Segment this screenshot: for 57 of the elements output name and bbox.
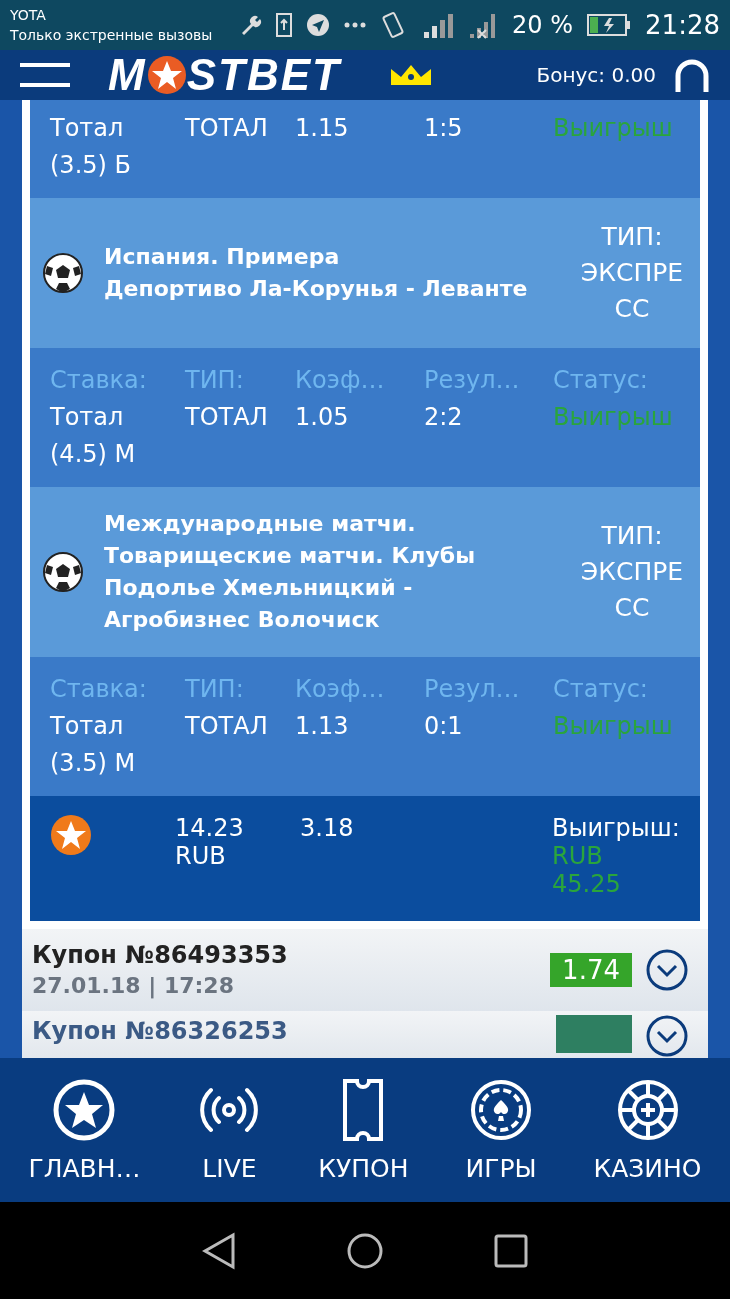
column-label: Статус:: [553, 674, 649, 705]
win-label: Выигрыш:: [552, 814, 681, 842]
coupon-date: 27.01.18 | 17:28: [32, 972, 235, 1001]
bet-value: 2:2: [424, 402, 464, 433]
win-amount: RUB 45.25: [552, 842, 622, 898]
nav-tab[interactable]: КУПОН: [318, 1077, 409, 1183]
bet-type-label: ТИП:: [600, 520, 664, 552]
event-title: Подолье Хмельницкий -: [104, 574, 414, 602]
coupon-row[interactable]: Купон №86326253: [22, 1011, 708, 1058]
event-title: Агробизнес Волочиск: [104, 606, 381, 634]
column-label: Ставка:: [50, 365, 148, 396]
nav-tab[interactable]: LIVE: [197, 1077, 262, 1183]
bet-value: Выигрыш: [553, 113, 674, 144]
carrier-name: YOTA: [10, 6, 47, 25]
logo-text: M: [108, 50, 147, 100]
bet-value: Выигрыш: [553, 402, 674, 433]
battery-percent: 20 %: [512, 11, 574, 39]
bet-value: 0:1: [424, 711, 464, 742]
bet-type: ЭКСПРЕСС: [579, 257, 685, 325]
nav-tab[interactable]: КАЗИНО: [593, 1077, 702, 1183]
bet-value: 1:5: [424, 113, 464, 144]
bet-value: Тотал (4.5) М: [50, 402, 137, 470]
bet-value: ТОТАЛ: [185, 113, 269, 144]
stake-amount: 14.23 RUB: [175, 814, 245, 872]
bet-value: 1.13: [295, 711, 350, 742]
event-title: Международные матчи.: [104, 510, 417, 538]
column-label: Резул…: [424, 365, 521, 396]
column-label: Ставка:: [50, 674, 148, 705]
bet-value: Тотал (3.5) М: [50, 711, 137, 779]
clock: 21:28: [645, 10, 720, 40]
emergency-notice: Только экстренные вызовы: [10, 26, 213, 45]
bet-type: ЭКСПРЕСС: [579, 556, 685, 624]
bet-value: 1.15: [295, 113, 350, 144]
total-odds: 3.18: [300, 814, 355, 844]
event-title: Депортиво Ла-Корунья - Леванте: [104, 275, 529, 303]
bet-value: ТОТАЛ: [185, 402, 269, 433]
bet-value: 1.05: [295, 402, 350, 433]
bet-value: Тотал (3.5) Б: [50, 113, 132, 181]
column-label: ТИП:: [185, 365, 245, 396]
odds-badge: 1.74: [550, 953, 632, 987]
nav-tab[interactable]: ГЛАВН…: [28, 1077, 141, 1183]
coupon-title: Купон №86493353: [32, 940, 289, 971]
event-title: Товарищеские матчи. Клубы: [104, 542, 477, 570]
coupon-title: Купон №86326253: [32, 1016, 289, 1047]
column-label: Статус:: [553, 365, 649, 396]
column-label: Резул…: [424, 674, 521, 705]
nav-tab[interactable]: ИГРЫ: [465, 1077, 537, 1183]
bet-type-label: ТИП:: [600, 221, 664, 253]
bet-value: ТОТАЛ: [185, 711, 269, 742]
bet-value: Выигрыш: [553, 711, 674, 742]
coupon-row[interactable]: Купон №86493353 27.01.18 | 17:28 1.74: [22, 929, 708, 1011]
bonus-balance: Бонус: 0.00: [536, 63, 656, 87]
logo-text: STBET: [186, 50, 341, 100]
column-label: Коэф…: [295, 674, 386, 705]
event-title: Испания. Примера: [104, 243, 341, 271]
column-label: Коэф…: [295, 365, 386, 396]
column-label: ТИП:: [185, 674, 245, 705]
